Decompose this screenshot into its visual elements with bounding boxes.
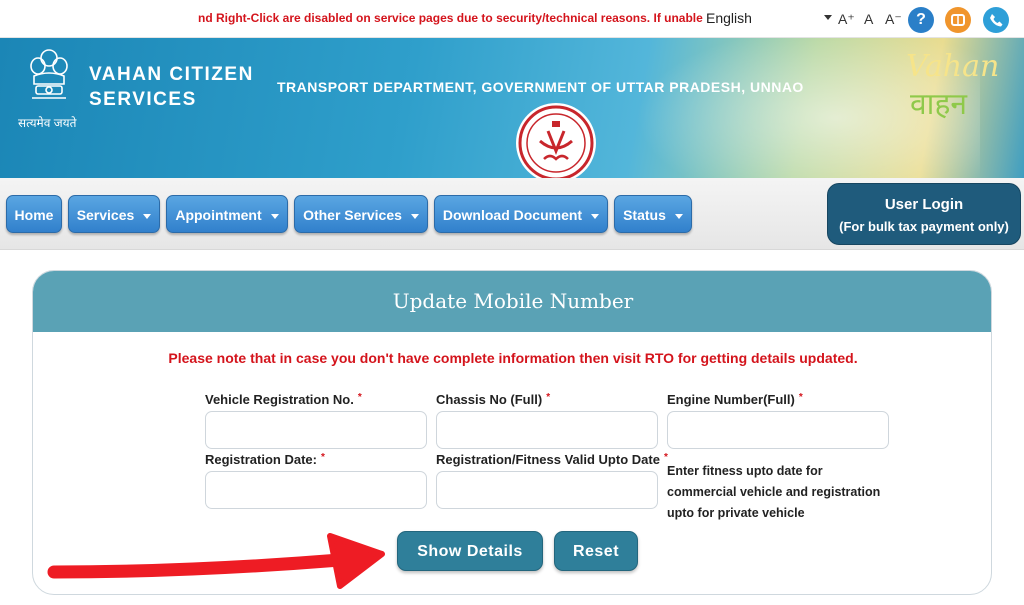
up-government-seal-icon [516, 103, 596, 178]
brand-title[interactable]: VAHAN CITIZEN SERVICES [89, 62, 254, 112]
font-increase-button[interactable]: A⁺ [838, 11, 855, 28]
nav-other-services[interactable]: Other Services [294, 195, 428, 233]
info-note: Please note that in case you don't have … [168, 350, 858, 366]
font-normal-button[interactable]: A [864, 11, 873, 27]
chevron-down-icon [410, 213, 419, 219]
security-notice-marquee: nd Right-Click are disabled on service p… [198, 11, 706, 25]
nav-appointment[interactable]: Appointment [166, 195, 288, 233]
engine-number-input[interactable] [667, 411, 889, 449]
annotation-arrow-icon [47, 533, 385, 589]
top-utility-bar: nd Right-Click are disabled on service p… [0, 0, 1024, 38]
chevron-down-icon [270, 213, 279, 219]
nav-home[interactable]: Home [6, 195, 62, 233]
book-icon[interactable] [945, 7, 971, 33]
chevron-down-icon [674, 213, 683, 219]
user-login-button[interactable]: User Login (For bulk tax payment only) [827, 183, 1021, 245]
chassis-number-input[interactable] [436, 411, 658, 449]
chevron-down-icon [143, 213, 152, 219]
svg-text:Vahan: Vahan [906, 49, 999, 84]
site-header: सत्यमेव जयते VAHAN CITIZEN SERVICES TRAN… [0, 38, 1024, 178]
vahan-logo[interactable]: Vahan वाहन [900, 42, 1020, 162]
help-icon[interactable]: ? [908, 7, 934, 33]
font-decrease-button[interactable]: A⁻ [885, 11, 902, 28]
emblem-caption: सत्यमेव जयते [18, 116, 77, 130]
department-title: TRANSPORT DEPARTMENT, GOVERNMENT OF UTTA… [277, 79, 804, 95]
nav-services[interactable]: Services [68, 195, 160, 233]
nav-download-document[interactable]: Download Document [434, 195, 608, 233]
national-emblem-icon [30, 49, 68, 99]
registration-date-input[interactable] [205, 471, 427, 509]
chassis-label: Chassis No (Full) * [436, 392, 551, 407]
valid-upto-date-input[interactable] [436, 471, 658, 509]
chevron-down-icon [591, 213, 600, 219]
registration-number-input[interactable] [205, 411, 427, 449]
engine-label: Engine Number(Full) * [667, 392, 803, 407]
svg-text:वाहन: वाहन [910, 87, 968, 122]
language-select[interactable]: English [706, 10, 836, 26]
valid-upto-label: Registration/Fitness Valid Upto Date * [436, 452, 668, 467]
reset-button[interactable]: Reset [554, 531, 638, 571]
main-navigation: Home Services Appointment Other Services… [0, 178, 1024, 250]
fitness-date-hint: Enter fitness upto date for commercial v… [667, 464, 881, 520]
page-title: Update Mobile Number [33, 271, 991, 332]
phone-icon[interactable] [983, 7, 1009, 33]
reg-date-label: Registration Date: * [205, 452, 325, 467]
reg-no-label: Vehicle Registration No. * [205, 392, 362, 407]
chevron-down-icon[interactable] [824, 15, 832, 20]
show-details-button[interactable]: Show Details [397, 531, 543, 571]
nav-status[interactable]: Status [614, 195, 692, 233]
